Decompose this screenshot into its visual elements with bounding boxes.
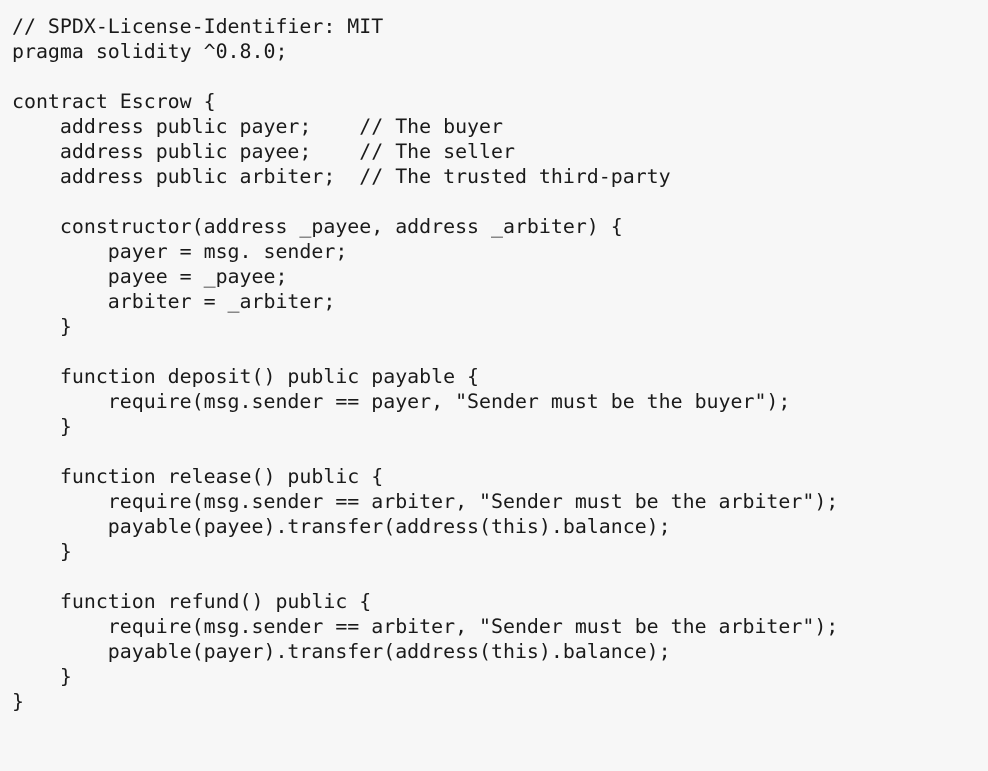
source-code-block[interactable]: // SPDX-License-Identifier: MIT pragma so… [12,14,988,714]
code-line: payable(payer).transfer(address(this).ba… [12,640,671,663]
code-line: address public payee; // The seller [12,140,515,163]
code-line: require(msg.sender == payer, "Sender mus… [12,390,791,413]
code-line: require(msg.sender == arbiter, "Sender m… [12,490,839,513]
code-line: require(msg.sender == arbiter, "Sender m… [12,615,839,638]
code-line: } [12,415,72,438]
code-line: // SPDX-License-Identifier: MIT [12,15,384,38]
code-line: constructor(address _payee, address _arb… [12,215,623,238]
code-line: } [12,315,72,338]
code-line: function refund() public { [12,590,372,613]
code-line: contract Escrow { [12,90,216,113]
code-line: payee = _payee; [12,265,288,288]
code-line: pragma solidity ^0.8.0; [12,40,288,63]
code-line: } [12,665,72,688]
code-line: address public arbiter; // The trusted t… [12,165,671,188]
code-line: arbiter = _arbiter; [12,290,336,313]
code-line: function release() public { [12,465,384,488]
code-line: payer = msg. sender; [12,240,348,263]
code-listing-panel: // SPDX-License-Identifier: MIT pragma so… [0,0,988,771]
code-line: payable(payee).transfer(address(this).ba… [12,515,671,538]
code-line: address public payer; // The buyer [12,115,503,138]
code-line: function deposit() public payable { [12,365,480,388]
code-line: } [12,690,24,713]
code-line: } [12,540,72,563]
